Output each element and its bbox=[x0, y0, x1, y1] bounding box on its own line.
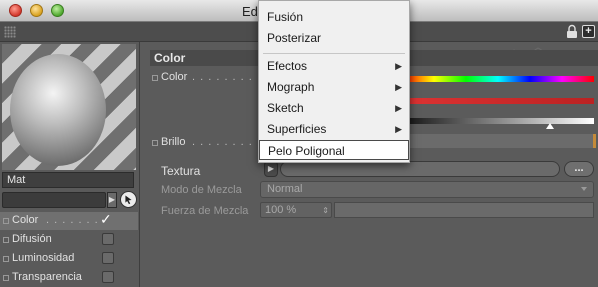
saturation-slider[interactable] bbox=[402, 98, 594, 104]
menu-item-fusion[interactable]: Fusión bbox=[259, 7, 409, 27]
channel-label: Difusión bbox=[12, 233, 52, 245]
value-handle-icon[interactable] bbox=[546, 123, 554, 129]
brillo-slider[interactable] bbox=[402, 134, 596, 148]
lock-icon[interactable] bbox=[566, 24, 578, 39]
close-button[interactable] bbox=[9, 4, 22, 17]
menu-item-label: Fusión bbox=[267, 10, 304, 24]
material-name-field[interactable]: Mat bbox=[2, 172, 134, 188]
menu-item-pelo-poligonal[interactable]: Pelo Poligonal bbox=[259, 140, 409, 160]
textura-browse-button[interactable]: ... bbox=[564, 161, 594, 177]
menu-item-label: Sketch bbox=[267, 101, 304, 115]
material-sidebar: Mat ▶ Color . . . . . . . ✓ Difusión Lum… bbox=[0, 42, 140, 287]
stepper-icon[interactable]: ⇕ bbox=[322, 204, 329, 218]
color-label: Color bbox=[161, 71, 188, 83]
value-slider[interactable] bbox=[402, 118, 594, 124]
menu-item-efectos[interactable]: Efectos ▶ bbox=[259, 56, 409, 76]
menu-item-posterizar[interactable]: Posterizar bbox=[259, 28, 409, 48]
textura-field[interactable] bbox=[280, 161, 560, 177]
dot-leader: . . . . . . . bbox=[46, 214, 99, 226]
channel-transparencia[interactable]: Transparencia bbox=[0, 269, 138, 287]
picker-arrow-icon[interactable] bbox=[120, 191, 137, 208]
window-title: Ed bbox=[242, 4, 258, 19]
channel-color[interactable]: Color . . . . . . . ✓ bbox=[0, 211, 138, 230]
modo-label: Modo de Mezcla bbox=[161, 184, 242, 196]
channel-dot bbox=[3, 237, 9, 243]
textura-menu-arrow-icon[interactable]: ▶ bbox=[264, 161, 278, 177]
submenu-arrow-icon: ▶ bbox=[395, 82, 402, 92]
menu-item-superficies[interactable]: Superficies ▶ bbox=[259, 119, 409, 139]
channel-dot bbox=[3, 256, 9, 262]
dot-leader: . . . . . . . . bbox=[192, 136, 253, 148]
channel-label: Transparencia bbox=[12, 271, 82, 283]
dot-leader: . . . . . . . . bbox=[192, 71, 253, 83]
channel-difusion[interactable]: Difusión bbox=[0, 231, 138, 249]
menu-item-label: Pelo Poligonal bbox=[268, 144, 345, 158]
new-window-icon[interactable]: + bbox=[582, 25, 595, 38]
channel-checkbox[interactable] bbox=[102, 252, 114, 264]
submenu-arrow-icon: ▶ bbox=[395, 61, 402, 71]
channel-dot bbox=[3, 275, 9, 281]
channel-checkbox[interactable] bbox=[102, 233, 114, 245]
channel-checkbox[interactable] bbox=[102, 271, 114, 283]
brillo-label: Brillo bbox=[161, 136, 186, 148]
preview-sphere bbox=[10, 54, 106, 166]
menu-item-label: Mograph bbox=[267, 80, 315, 94]
material-preview[interactable] bbox=[2, 44, 136, 170]
grip-icon[interactable] bbox=[4, 26, 16, 38]
fuerza-value: 100 % bbox=[265, 204, 297, 216]
fuerza-slider[interactable] bbox=[334, 202, 594, 218]
fuerza-input[interactable]: 100 % ⇕ bbox=[260, 202, 332, 218]
fuerza-label: Fuerza de Mezcla bbox=[161, 205, 249, 217]
modo-value: Normal bbox=[267, 183, 303, 195]
channel-luminosidad[interactable]: Luminosidad bbox=[0, 250, 138, 268]
texture-popup-menu: Fusión Posterizar Efectos ▶ Mograph ▶ Sk… bbox=[258, 0, 410, 163]
minimize-button[interactable] bbox=[30, 4, 43, 17]
menu-item-label: Posterizar bbox=[267, 31, 322, 45]
submenu-arrow-icon: ▶ bbox=[395, 124, 402, 134]
menu-separator bbox=[263, 53, 405, 54]
menu-item-label: Superficies bbox=[267, 122, 327, 136]
channel-label: Luminosidad bbox=[12, 252, 75, 264]
color-dot bbox=[152, 75, 158, 81]
zoom-button[interactable] bbox=[51, 4, 64, 17]
brillo-dot bbox=[152, 140, 158, 146]
material-link-arrow-icon[interactable]: ▶ bbox=[107, 192, 117, 208]
check-icon[interactable]: ✓ bbox=[100, 211, 112, 228]
chevron-down-icon bbox=[581, 187, 587, 191]
submenu-arrow-icon: ▶ bbox=[395, 103, 402, 113]
modo-dropdown[interactable]: Normal bbox=[260, 181, 594, 198]
menu-item-label: Efectos bbox=[267, 59, 308, 73]
channel-dot bbox=[3, 218, 9, 224]
hue-slider[interactable] bbox=[402, 76, 594, 82]
channel-label: Color bbox=[12, 214, 39, 226]
menu-item-mograph[interactable]: Mograph ▶ bbox=[259, 77, 409, 97]
menu-item-sketch[interactable]: Sketch ▶ bbox=[259, 98, 409, 118]
material-link-field[interactable] bbox=[2, 192, 106, 208]
textura-label: Textura bbox=[161, 164, 201, 178]
